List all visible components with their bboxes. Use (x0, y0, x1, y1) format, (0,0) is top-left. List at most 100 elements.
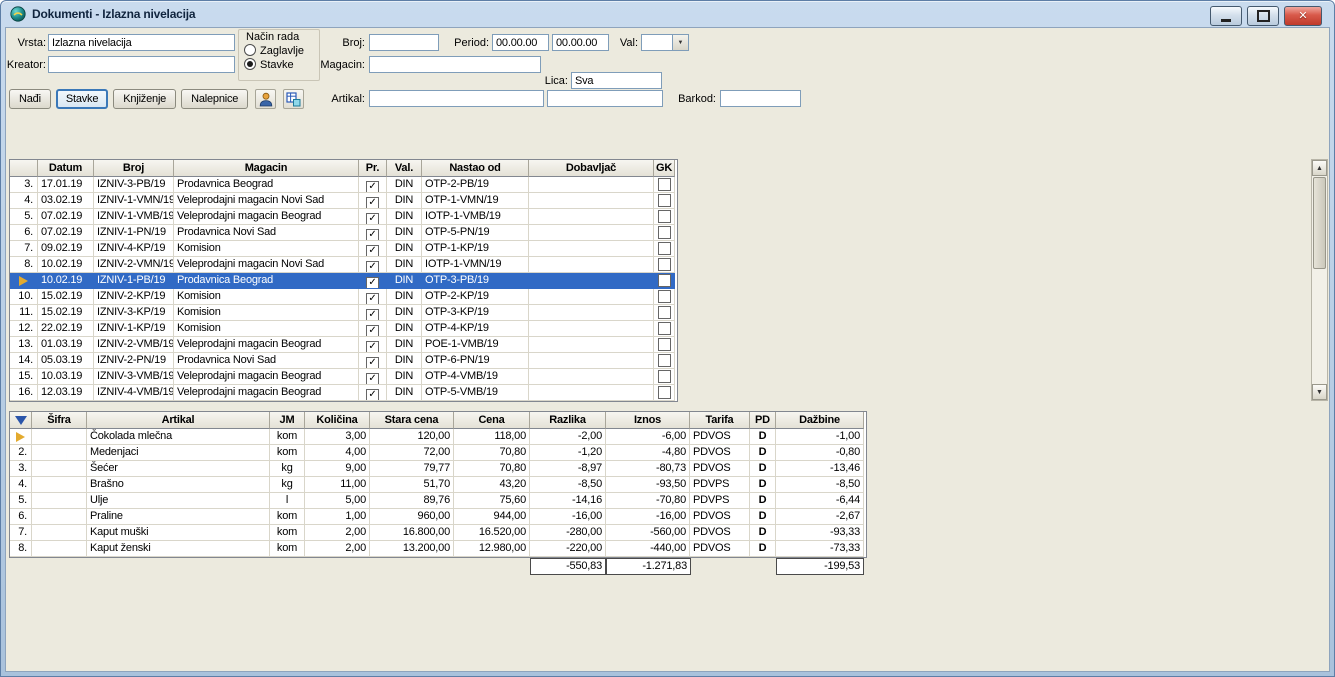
column-header-val[interactable]: Val. (387, 160, 422, 177)
gk-checkbox[interactable] (658, 290, 671, 303)
column-header-magacin[interactable]: Magacin (174, 160, 359, 177)
pr-checkbox[interactable]: ✓ (366, 261, 379, 273)
column-header-nastao-od[interactable]: Nastao od (422, 160, 529, 177)
user-icon-button[interactable] (255, 89, 276, 109)
na-i-button[interactable]: Nađi (9, 89, 51, 109)
table-row[interactable]: 10.15.02.19IZNIV-2-KP/19Komision✓DINOTP-… (10, 289, 677, 305)
table-row[interactable]: 7.Kaput muškikom2,0016.800,0016.520,00-2… (10, 525, 866, 541)
gk-checkbox[interactable] (658, 386, 671, 399)
pr-checkbox[interactable]: ✓ (366, 229, 379, 241)
gk-checkbox[interactable] (658, 226, 671, 239)
kreator-input[interactable] (48, 56, 235, 73)
table-row[interactable]: 12.22.02.19IZNIV-1-KP/19Komision✓DINOTP-… (10, 321, 677, 337)
radio-option-stavke[interactable]: Stavke (244, 58, 294, 71)
column-header-broj[interactable]: Broj (94, 160, 174, 177)
column-header-artikal[interactable]: Artikal (87, 412, 270, 429)
column-header-jm[interactable]: JM (270, 412, 305, 429)
knji-enje-button[interactable]: Knjiženje (113, 89, 176, 109)
chevron-down-icon[interactable]: ▼ (672, 35, 688, 50)
column-header-ifra[interactable]: Šifra (32, 412, 87, 429)
period-to-input[interactable] (552, 34, 609, 51)
column-header[interactable] (10, 160, 38, 177)
table-row[interactable]: 11.15.02.19IZNIV-3-KP/19Komision✓DINOTP-… (10, 305, 677, 321)
column-header[interactable] (10, 412, 32, 429)
column-header-gk[interactable]: GK (654, 160, 675, 177)
pr-checkbox[interactable]: ✓ (366, 181, 379, 193)
scroll-down-button[interactable]: ▼ (1312, 384, 1327, 400)
table-row[interactable]: 5.07.02.19IZNIV-1-VMB/19Veleprodajni mag… (10, 209, 677, 225)
column-header-pr[interactable]: Pr. (359, 160, 387, 177)
table-row[interactable]: 3.Šećerkg9,0079,7770,80-8,97-80,73PDVOSD… (10, 461, 866, 477)
magacin-input[interactable] (369, 56, 541, 73)
pr-checkbox[interactable]: ✓ (366, 309, 379, 321)
table-row[interactable]: 4.03.02.19IZNIV-1-VMN/19Veleprodajni mag… (10, 193, 677, 209)
broj-input[interactable] (369, 34, 439, 51)
vrsta-input[interactable] (48, 34, 235, 51)
radio-option-zaglavlje[interactable]: Zaglavlje (244, 44, 304, 57)
table-row[interactable]: 4.Brašnokg11,0051,7043,20-8,50-93,50PDVP… (10, 477, 866, 493)
table-row[interactable]: 8.10.02.19IZNIV-2-VMN/19Veleprodajni mag… (10, 257, 677, 273)
scroll-up-button[interactable]: ▲ (1312, 160, 1327, 176)
nalepnice-button[interactable]: Nalepnice (181, 89, 248, 109)
column-header-da-bine[interactable]: Dažbine (776, 412, 864, 429)
stavke-button[interactable]: Stavke (56, 89, 108, 109)
table-row[interactable]: 15.10.03.19IZNIV-3-VMB/19Veleprodajni ma… (10, 369, 677, 385)
column-header-stara-cena[interactable]: Stara cena (370, 412, 454, 429)
table-row[interactable]: 14.05.03.19IZNIV-2-PN/19Prodavnica Novi … (10, 353, 677, 369)
gk-checkbox[interactable] (658, 354, 671, 367)
gk-checkbox[interactable] (658, 306, 671, 319)
maximize-button[interactable] (1247, 6, 1279, 26)
gk-checkbox[interactable] (658, 242, 671, 255)
table-row[interactable]: 5.Uljel5,0089,7675,60-14,16-70,80PDVPSD-… (10, 493, 866, 509)
table-row[interactable]: 16.12.03.19IZNIV-4-VMB/19Veleprodajni ma… (10, 385, 677, 401)
gk-checkbox[interactable] (658, 194, 671, 207)
column-header-datum[interactable]: Datum (38, 160, 94, 177)
table-row[interactable]: 10.02.19IZNIV-1-PB/19Prodavnica Beograd✓… (10, 273, 677, 289)
table-row[interactable]: 6.Pralinekom1,00960,00944,00-16,00-16,00… (10, 509, 866, 525)
column-header-koli-ina[interactable]: Količina (305, 412, 370, 429)
pr-checkbox[interactable]: ✓ (366, 213, 379, 225)
pr-checkbox[interactable]: ✓ (366, 293, 379, 305)
column-header-cena[interactable]: Cena (454, 412, 530, 429)
close-button[interactable]: ✕ (1284, 6, 1322, 26)
pr-checkbox[interactable]: ✓ (366, 341, 379, 353)
broj-cell: IZNIV-2-VMB/19 (94, 337, 174, 353)
table-row[interactable]: 13.01.03.19IZNIV-2-VMB/19Veleprodajni ma… (10, 337, 677, 353)
pr-checkbox[interactable]: ✓ (366, 197, 379, 209)
gk-checkbox[interactable] (658, 258, 671, 271)
barkod-input[interactable] (720, 90, 801, 107)
vertical-scrollbar[interactable]: ▲ ▼ (1311, 159, 1328, 401)
column-header-razlika[interactable]: Razlika (530, 412, 606, 429)
column-header-iznos[interactable]: Iznos (606, 412, 690, 429)
pr-checkbox[interactable]: ✓ (366, 357, 379, 369)
table-row[interactable]: Čokolada mlečnakom3,00120,00118,00-2,00-… (10, 429, 866, 445)
minimize-button[interactable] (1210, 6, 1242, 26)
pr-checkbox[interactable]: ✓ (366, 389, 379, 401)
column-header-dobavlja[interactable]: Dobavljač (529, 160, 654, 177)
pr-checkbox[interactable]: ✓ (366, 245, 379, 257)
gk-checkbox[interactable] (658, 338, 671, 351)
val-combobox[interactable]: ▼ (641, 34, 689, 51)
table-row[interactable]: 3.17.01.19IZNIV-3-PB/19Prodavnica Beogra… (10, 177, 677, 193)
gk-checkbox[interactable] (658, 274, 671, 287)
artikal-input-2[interactable] (547, 90, 663, 107)
scrollbar-thumb[interactable] (1313, 177, 1326, 269)
column-header-tarifa[interactable]: Tarifa (690, 412, 750, 429)
gk-checkbox[interactable] (658, 178, 671, 191)
table-row[interactable]: 7.09.02.19IZNIV-4-KP/19Komision✓DINOTP-1… (10, 241, 677, 257)
pr-checkbox[interactable]: ✓ (366, 277, 379, 289)
gk-checkbox[interactable] (658, 210, 671, 223)
table-row[interactable]: 8.Kaput ženskikom2,0013.200,0012.980,00-… (10, 541, 866, 557)
layout-icon-button[interactable] (283, 89, 304, 109)
column-header-pd[interactable]: PD (750, 412, 776, 429)
lica-input[interactable] (571, 72, 662, 89)
pr-checkbox[interactable]: ✓ (366, 325, 379, 337)
artikal-input[interactable] (369, 90, 544, 107)
gk-checkbox[interactable] (658, 322, 671, 335)
pr-checkbox[interactable]: ✓ (366, 373, 379, 385)
table-row[interactable]: 2.Medenjacikom4,0072,0070,80-1,20-4,80PD… (10, 445, 866, 461)
table-row[interactable]: 6.07.02.19IZNIV-1-PN/19Prodavnica Novi S… (10, 225, 677, 241)
gk-checkbox[interactable] (658, 370, 671, 383)
period-from-input[interactable] (492, 34, 549, 51)
filter-icon[interactable] (15, 416, 27, 425)
